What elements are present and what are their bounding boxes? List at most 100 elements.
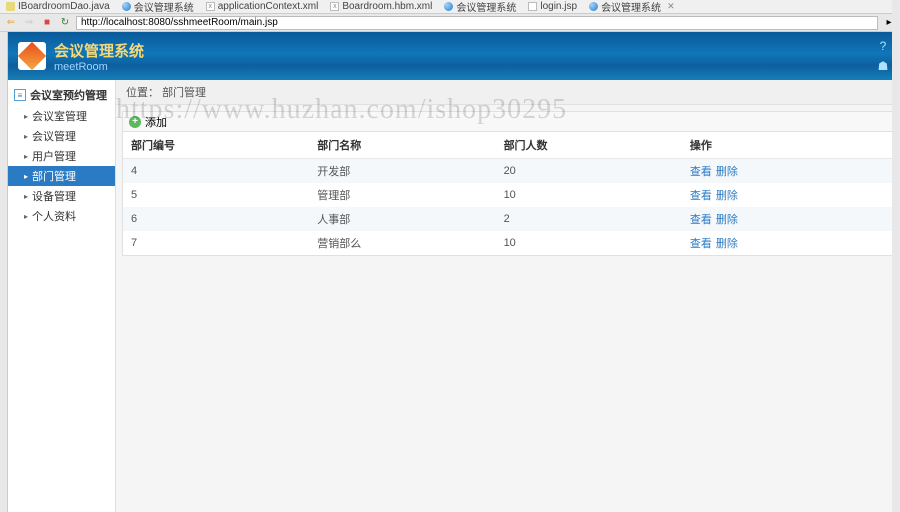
delete-link[interactable]: 删除	[716, 238, 738, 250]
back-button[interactable]: ⇐	[4, 16, 18, 30]
ide-tab-label: IBoardroomDao.java	[18, 1, 110, 12]
cell-name: 营销部么	[309, 231, 495, 255]
app-logo	[18, 42, 46, 70]
cell-count: 20	[496, 159, 682, 184]
ide-tab[interactable]: IBoardroomDao.java	[0, 0, 116, 13]
sidebar-item-label: 部门管理	[32, 168, 76, 184]
sidebar-item-label: 用户管理	[32, 148, 76, 164]
globe-icon	[589, 2, 598, 11]
chevron-right-icon: ▸	[24, 172, 28, 181]
cell-name: 管理部	[309, 183, 495, 207]
view-link[interactable]: 查看	[690, 166, 712, 178]
add-button-label: 添加	[145, 114, 167, 130]
ide-tab[interactable]: 会议管理系统	[116, 0, 200, 13]
cell-actions: 查看删除	[682, 207, 893, 231]
table-row: 5管理部10查看删除	[123, 183, 893, 207]
delete-link[interactable]: 删除	[716, 166, 738, 178]
cell-count: 2	[496, 207, 682, 231]
cell-actions: 查看删除	[682, 159, 893, 184]
left-gutter	[0, 32, 8, 512]
url-input[interactable]	[76, 16, 878, 30]
stop-button[interactable]: ■	[40, 16, 54, 30]
sidebar-item[interactable]: ▸ 设备管理	[8, 186, 115, 206]
ide-tab-label: 会议管理系统	[601, 0, 661, 14]
data-panel: + 添加 部门编号部门名称部门人数操作 4开发部20查看删除5管理部10查看删除…	[122, 111, 894, 256]
chevron-right-icon: ▸	[24, 112, 28, 121]
app-header: 会议管理系统 meetRoom ? ☗	[8, 32, 900, 80]
sidebar-item[interactable]: ▸ 用户管理	[8, 146, 115, 166]
scrollbar[interactable]	[892, 0, 900, 512]
table-row: 4开发部20查看删除	[123, 159, 893, 184]
app-subtitle: meetRoom	[54, 61, 144, 73]
ide-tab[interactable]: login.jsp	[522, 0, 583, 13]
table-row: 7营销部么10查看删除	[123, 231, 893, 255]
view-link[interactable]: 查看	[690, 238, 712, 250]
j-icon	[6, 2, 15, 11]
cell-id: 5	[123, 183, 309, 207]
menu-icon: ≡	[14, 89, 26, 101]
user-icon[interactable]: ☗	[876, 59, 890, 73]
sidebar-item-label: 设备管理	[32, 188, 76, 204]
cell-count: 10	[496, 183, 682, 207]
close-icon[interactable]: ✕	[667, 1, 675, 12]
sidebar-item[interactable]: ▸ 会议管理	[8, 126, 115, 146]
table-row: 6人事部2查看删除	[123, 207, 893, 231]
cell-id: 6	[123, 207, 309, 231]
sidebar-item-label: 个人资料	[32, 208, 76, 224]
cell-name: 人事部	[309, 207, 495, 231]
sidebar-item[interactable]: ▸ 会议室管理	[8, 106, 115, 126]
content-area: https://www.huzhan.com/ishop30295 位置： 部门…	[116, 80, 900, 512]
cell-actions: 查看删除	[682, 183, 893, 207]
delete-link[interactable]: 删除	[716, 214, 738, 226]
plus-icon: +	[129, 116, 141, 128]
help-icon[interactable]: ?	[876, 39, 890, 53]
x-icon: x	[206, 2, 215, 11]
column-header: 部门名称	[309, 132, 495, 159]
app-title: 会议管理系统	[54, 40, 144, 61]
ide-tab[interactable]: xapplicationContext.xml	[200, 0, 325, 13]
ide-tab-label: applicationContext.xml	[218, 1, 319, 12]
forward-button[interactable]: ⇒	[22, 16, 36, 30]
ide-tab-label: login.jsp	[540, 1, 577, 12]
breadcrumb-label: 位置：	[126, 87, 159, 99]
x-icon: x	[330, 2, 339, 11]
globe-icon	[444, 2, 453, 11]
dept-table: 部门编号部门名称部门人数操作 4开发部20查看删除5管理部10查看删除6人事部2…	[123, 132, 893, 255]
cell-name: 开发部	[309, 159, 495, 184]
view-link[interactable]: 查看	[690, 214, 712, 226]
sidebar-item-label: 会议管理	[32, 128, 76, 144]
sidebar-item-label: 会议室管理	[32, 108, 87, 124]
add-button[interactable]: + 添加	[123, 112, 893, 132]
sidebar-heading-label: 会议室预约管理	[30, 87, 107, 103]
sidebar-item[interactable]: ▸ 个人资料	[8, 206, 115, 226]
breadcrumb-value: 部门管理	[162, 87, 206, 99]
ide-tab[interactable]: 会议管理系统	[438, 0, 522, 13]
delete-link[interactable]: 删除	[716, 190, 738, 202]
chevron-right-icon: ▸	[24, 212, 28, 221]
cell-actions: 查看删除	[682, 231, 893, 255]
chevron-right-icon: ▸	[24, 152, 28, 161]
view-link[interactable]: 查看	[690, 190, 712, 202]
cell-id: 7	[123, 231, 309, 255]
ide-tab-label: 会议管理系统	[456, 0, 516, 14]
sidebar-heading: ≡ 会议室预约管理	[8, 84, 115, 106]
chevron-right-icon: ▸	[24, 192, 28, 201]
ide-tabs-bar: IBoardroomDao.java会议管理系统xapplicationCont…	[0, 0, 900, 14]
globe-icon	[122, 2, 131, 11]
breadcrumb: 位置： 部门管理	[116, 80, 900, 105]
column-header: 部门人数	[496, 132, 682, 159]
cell-count: 10	[496, 231, 682, 255]
url-bar: ⇐ ⇒ ■ ↻ ▸	[0, 14, 900, 32]
ide-tab-label: 会议管理系统	[134, 0, 194, 14]
column-header: 部门编号	[123, 132, 309, 159]
d-icon	[528, 2, 537, 11]
chevron-right-icon: ▸	[24, 132, 28, 141]
column-header: 操作	[682, 132, 893, 159]
refresh-button[interactable]: ↻	[58, 16, 72, 30]
ide-tab[interactable]: 会议管理系统 ✕	[583, 0, 681, 13]
ide-tab-label: Boardroom.hbm.xml	[342, 1, 432, 12]
sidebar: ≡ 会议室预约管理 ▸ 会议室管理 ▸ 会议管理 ▸ 用户管理 ▸ 部门管理 ▸ 设备管理 ▸ 个人资…	[8, 80, 116, 512]
sidebar-item[interactable]: ▸ 部门管理	[8, 166, 115, 186]
cell-id: 4	[123, 159, 309, 184]
ide-tab[interactable]: xBoardroom.hbm.xml	[324, 0, 438, 13]
